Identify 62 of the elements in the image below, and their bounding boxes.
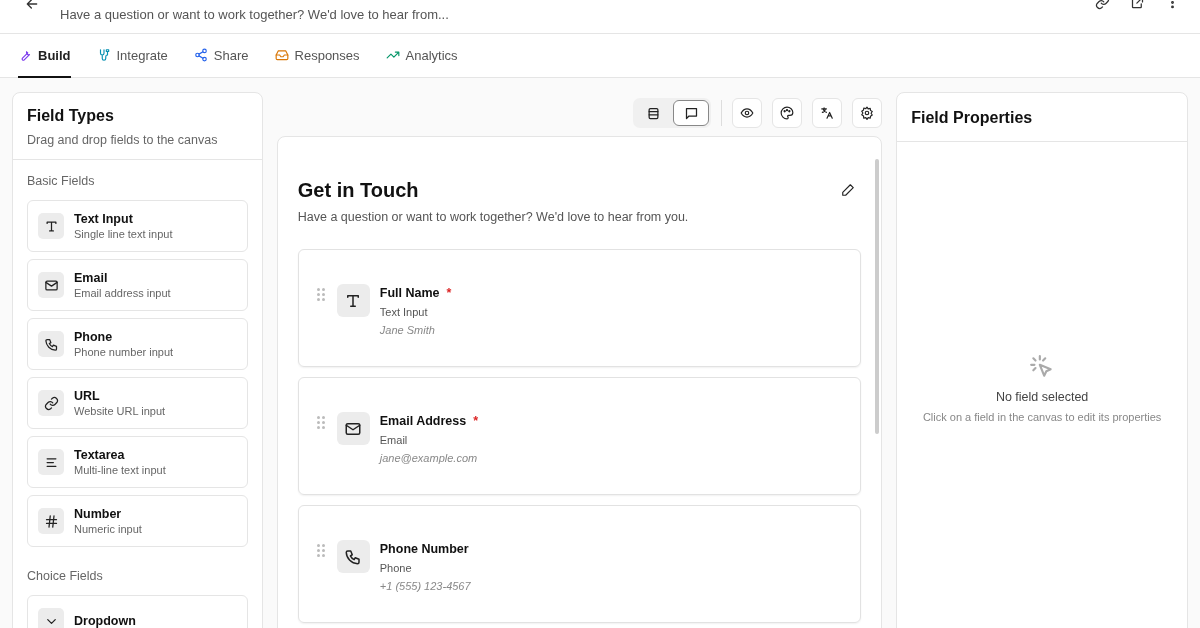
group-title: Basic Fields xyxy=(27,174,96,188)
settings-icon xyxy=(860,106,875,120)
field-type: Text Input xyxy=(379,306,429,318)
form-field-card[interactable]: Full Name * Text Input Jane Smith xyxy=(297,249,862,367)
form-subtitle: Have a question or want to work together? We'd love to hear from... xyxy=(60,7,449,22)
text-icon xyxy=(43,218,59,234)
field-type-card[interactable]: Textarea Multi-line text input xyxy=(27,436,248,488)
empty-state-hint: Click on a field in the canvas to edit its properties xyxy=(922,411,1162,423)
view-toggle-button[interactable] xyxy=(673,100,710,126)
panel-title: Field Properties xyxy=(911,109,1034,127)
translate-button[interactable] xyxy=(812,98,843,128)
nav-tab[interactable]: Analytics xyxy=(385,34,458,78)
form-field-card[interactable]: Email Address * Email jane@example.com xyxy=(297,377,862,495)
field-placeholder: Jane Smith xyxy=(379,324,436,336)
field-type-card[interactable]: URL Website URL input xyxy=(27,377,248,429)
field-placeholder: +1 (555) 123-4567 xyxy=(379,580,471,592)
form-description: Have a question or want to work together? We'd love to hear from you. xyxy=(297,210,690,224)
field-label: Email Address xyxy=(379,414,467,428)
back-arrow-icon xyxy=(24,0,40,12)
phone-icon xyxy=(43,336,59,352)
theme-button[interactable] xyxy=(772,98,803,128)
palette-icon xyxy=(780,106,795,120)
field-type: Phone xyxy=(379,562,413,574)
required-mark: * xyxy=(473,414,479,428)
translate-icon xyxy=(820,106,835,120)
inbox-icon xyxy=(274,48,289,62)
field-label: Phone Number xyxy=(379,542,469,556)
settings-button[interactable] xyxy=(852,98,883,128)
empty-state-title: No field selected xyxy=(995,390,1089,404)
chat-icon xyxy=(683,105,699,121)
nav-tab[interactable]: Share xyxy=(193,34,249,78)
edit-icon xyxy=(841,183,856,197)
edit-button[interactable] xyxy=(841,183,856,197)
field-type-card[interactable]: Phone Phone number input xyxy=(27,318,248,370)
share-icon xyxy=(193,48,208,62)
nav-tab[interactable]: Build xyxy=(18,34,71,78)
nav-tab[interactable]: Responses xyxy=(274,34,360,78)
required-mark: * xyxy=(446,286,452,300)
nav-tab[interactable]: Integrate xyxy=(96,34,168,78)
panel-subtitle: Drag and drop fields to the canvas xyxy=(27,133,219,147)
field-placeholder: jane@example.com xyxy=(379,452,479,464)
field-type-card[interactable]: Dropdown xyxy=(27,595,248,628)
field-type-card[interactable]: Number Numeric input xyxy=(27,495,248,547)
preview-button[interactable] xyxy=(732,98,763,128)
phone-icon xyxy=(344,547,363,566)
form-field-card[interactable]: Phone Number Phone +1 (555) 123-4567 xyxy=(297,505,862,623)
drag-handle-icon[interactable] xyxy=(316,416,325,429)
field-type: Email xyxy=(379,434,409,446)
back-button[interactable] xyxy=(24,0,40,12)
field-type-card[interactable]: Email Email address input xyxy=(27,259,248,311)
eye-icon xyxy=(740,106,755,120)
drag-handle-icon[interactable] xyxy=(316,288,325,301)
panel-title: Field Types xyxy=(27,107,115,125)
hash-icon xyxy=(43,513,59,529)
drag-handle-icon[interactable] xyxy=(316,544,325,557)
mail-icon xyxy=(43,277,59,293)
field-label: Full Name xyxy=(379,286,440,300)
group-title: Choice Fields xyxy=(27,569,104,583)
field-type-card[interactable]: Text Input Single line text input xyxy=(27,200,248,252)
link-icon xyxy=(43,395,59,411)
list-icon xyxy=(645,105,661,121)
form-title: Get in Touch xyxy=(297,179,419,202)
